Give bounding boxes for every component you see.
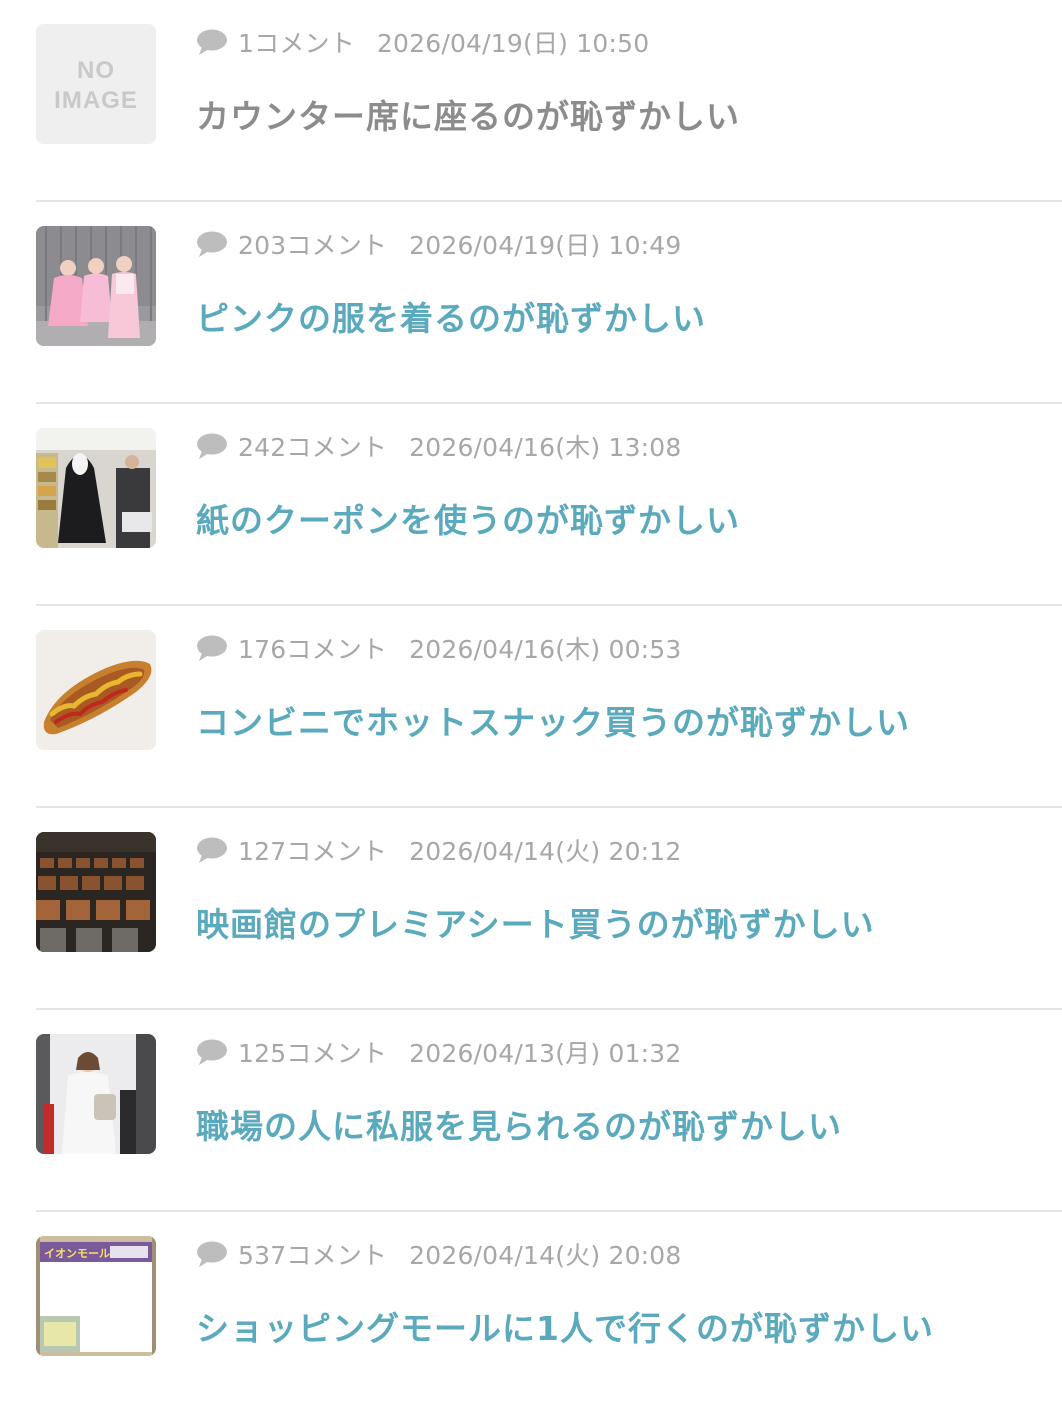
article-meta: 1コメント 2026/04/19(日) 10:50 <box>196 26 649 58</box>
comment-bubble-icon <box>196 28 228 56</box>
article-list: NO IMAGE 1コメント 2026/04/19(日) 10:50 カウンター… <box>0 0 1062 1414</box>
comment-bubble-icon <box>196 1240 228 1268</box>
list-item[interactable]: 203コメント 2026/04/19(日) 10:49 ピンクの服を着るのが恥ず… <box>36 202 1062 404</box>
mall-screenshot-photo-icon: イオンモール <box>36 1236 156 1356</box>
thumbnail-pink-outfits[interactable] <box>36 226 156 346</box>
mall-banner-text: イオンモール <box>44 1247 110 1260</box>
article-meta: 537コメント 2026/04/14(火) 20:08 <box>196 1238 682 1270</box>
list-item[interactable]: NO IMAGE 1コメント 2026/04/19(日) 10:50 カウンター… <box>36 0 1062 202</box>
thumbnail-no-image[interactable]: NO IMAGE <box>36 24 156 144</box>
post-date: 2026/04/16(木) 00:53 <box>409 635 682 664</box>
article-title-link[interactable]: 映画館のプレミアシート買うのが恥ずかしい <box>196 898 875 946</box>
post-date: 2026/04/16(木) 13:08 <box>409 433 682 462</box>
list-item[interactable]: イオンモール 537コメント 2026/04/14(火) 20:08 ショッピン… <box>36 1212 1062 1414</box>
article-meta: 203コメント 2026/04/19(日) 10:49 <box>196 228 682 260</box>
comment-bubble-icon <box>196 634 228 662</box>
article-title-link[interactable]: 職場の人に私服を見られるのが恥ずかしい <box>196 1100 842 1148</box>
comment-count: 1コメント <box>238 29 355 58</box>
comment-count: 203コメント <box>238 231 388 260</box>
thumbnail-store-costume[interactable] <box>36 428 156 548</box>
post-date: 2026/04/13(月) 01:32 <box>409 1039 682 1068</box>
article-meta: 176コメント 2026/04/16(木) 00:53 <box>196 632 682 664</box>
no-image-text-line2: IMAGE <box>54 87 138 114</box>
no-image-placeholder-icon: NO IMAGE <box>36 24 156 144</box>
list-item[interactable]: 127コメント 2026/04/14(火) 20:12 映画館のプレミアシート買… <box>36 808 1062 1010</box>
pink-outfits-photo-icon <box>36 226 156 346</box>
list-item[interactable]: 176コメント 2026/04/16(木) 00:53 コンビニでホットスナック… <box>36 606 1062 808</box>
article-title-link[interactable]: 紙のクーポンを使うのが恥ずかしい <box>196 494 740 542</box>
post-date: 2026/04/19(日) 10:49 <box>409 231 682 260</box>
comment-count: 537コメント <box>238 1241 388 1270</box>
article-meta: 242コメント 2026/04/16(木) 13:08 <box>196 430 682 462</box>
store-costume-photo-icon <box>36 428 156 548</box>
post-date: 2026/04/14(火) 20:08 <box>409 1241 682 1270</box>
comment-count: 125コメント <box>238 1039 388 1068</box>
article-title-link[interactable]: コンビニでホットスナック買うのが恥ずかしい <box>196 696 910 744</box>
article-title-link[interactable]: カウンター席に座るのが恥ずかしい <box>196 90 740 138</box>
article-meta: 127コメント 2026/04/14(火) 20:12 <box>196 834 682 866</box>
list-item[interactable]: 242コメント 2026/04/16(木) 13:08 紙のクーポンを使うのが恥… <box>36 404 1062 606</box>
list-item[interactable]: 125コメント 2026/04/13(月) 01:32 職場の人に私服を見られる… <box>36 1010 1062 1212</box>
woman-casual-photo-icon <box>36 1034 156 1154</box>
comment-bubble-icon <box>196 1038 228 1066</box>
comment-bubble-icon <box>196 836 228 864</box>
corn-dog-photo-icon <box>36 630 156 750</box>
article-title-link[interactable]: ショッピングモールに1人で行くのが恥ずかしい <box>196 1302 934 1350</box>
thumbnail-corn-dog[interactable] <box>36 630 156 750</box>
thumbnail-woman-casual[interactable] <box>36 1034 156 1154</box>
thumbnail-theater-seats[interactable] <box>36 832 156 952</box>
post-date: 2026/04/19(日) 10:50 <box>376 29 650 58</box>
comment-bubble-icon <box>196 230 228 258</box>
comment-count: 242コメント <box>238 433 388 462</box>
article-meta: 125コメント 2026/04/13(月) 01:32 <box>196 1036 682 1068</box>
comment-count: 176コメント <box>238 635 388 664</box>
theater-seats-photo-icon <box>36 832 156 952</box>
post-date: 2026/04/14(火) 20:12 <box>409 837 682 866</box>
article-title-link[interactable]: ピンクの服を着るのが恥ずかしい <box>196 292 706 340</box>
thumbnail-mall-screenshot[interactable]: イオンモール <box>36 1236 156 1356</box>
comment-bubble-icon <box>196 432 228 460</box>
comment-count: 127コメント <box>238 837 388 866</box>
no-image-text-line1: NO <box>77 57 115 84</box>
